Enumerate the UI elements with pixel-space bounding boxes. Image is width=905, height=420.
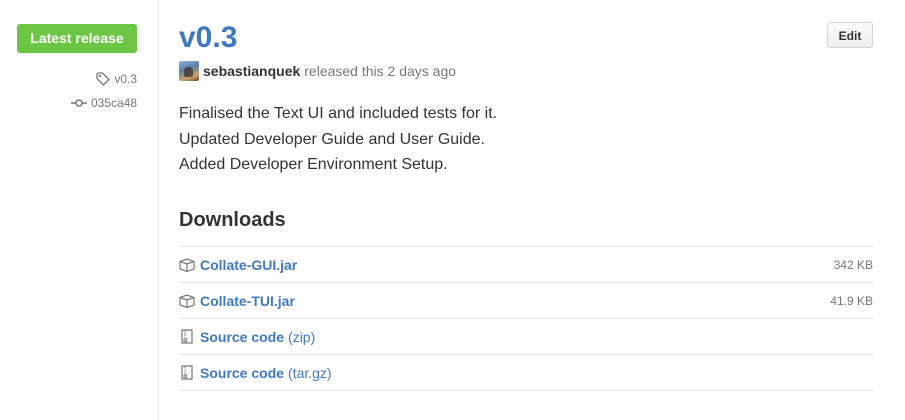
release-note-line: Added Developer Environment Setup. xyxy=(179,156,448,173)
package-icon xyxy=(179,293,195,309)
archive-format[interactable]: (tar.gz) xyxy=(288,365,332,381)
download-link[interactable]: Collate-TUI.jar xyxy=(200,293,295,309)
download-item[interactable]: Collate-TUI.jar 41.9 KB xyxy=(179,282,873,318)
file-zip-icon xyxy=(179,365,195,381)
edit-button[interactable]: Edit xyxy=(827,22,873,48)
author-link[interactable]: sebastianquek xyxy=(203,63,300,79)
release-note-line: Updated Developer Guide and User Guide. xyxy=(179,130,485,148)
archive-format[interactable]: (zip) xyxy=(288,329,315,345)
file-zip-icon xyxy=(179,329,195,345)
file-size: 342 KB xyxy=(833,257,873,272)
download-item[interactable]: Source code (tar.gz) xyxy=(179,354,873,391)
latest-release-badge: Latest release xyxy=(17,24,137,53)
commit-link[interactable]: 035ca48 xyxy=(70,95,137,111)
tag-name: v0.3 xyxy=(114,72,137,86)
sidebar-divider xyxy=(158,0,159,420)
downloads-heading: Downloads xyxy=(179,209,286,231)
release-title-link[interactable]: v0.3 xyxy=(179,18,237,58)
downloads-list: Collate-GUI.jar 342 KB Collate-TUI.jar 4… xyxy=(179,246,873,391)
release-author-line: sebastianquek released this 2 days ago xyxy=(179,61,456,81)
tag-link[interactable]: v0.3 xyxy=(96,71,137,87)
avatar[interactable] xyxy=(179,61,199,81)
package-icon xyxy=(179,257,195,273)
download-item[interactable]: Source code (zip) xyxy=(179,318,873,354)
download-link[interactable]: Source code xyxy=(200,365,284,381)
tag-icon xyxy=(96,72,111,86)
release-sidebar: Latest release v0.3 035ca48 xyxy=(0,0,158,420)
download-item[interactable]: Collate-GUI.jar 342 KB xyxy=(179,246,873,282)
download-link[interactable]: Source code xyxy=(200,329,284,345)
release-notes: Finalised the Text UI and included tests… xyxy=(179,101,497,178)
file-size: 41.9 KB xyxy=(830,293,873,308)
download-link[interactable]: Collate-GUI.jar xyxy=(200,257,297,273)
commit-sha: 035ca48 xyxy=(90,96,137,110)
git-commit-icon xyxy=(70,98,87,108)
released-time-text: released this 2 days ago xyxy=(304,63,457,79)
release-note-line: Finalised the Text UI and included tests… xyxy=(179,105,498,122)
